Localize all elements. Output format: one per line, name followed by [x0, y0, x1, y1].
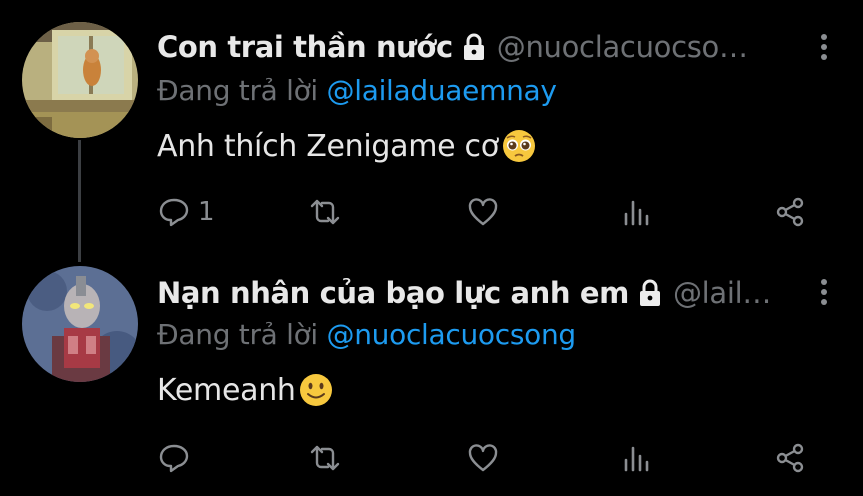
like-icon [468, 444, 498, 472]
avatar[interactable] [22, 266, 138, 382]
replying-to-link[interactable]: @nuoclacuocsong [327, 318, 577, 351]
more-vertical-icon[interactable] [820, 278, 828, 306]
replying-to: Đang trả lời @nuoclacuocsong [157, 318, 576, 351]
retweet-icon [310, 445, 340, 471]
tweet-header: Nạn nhân của bạo lực anh em @lail… [157, 273, 803, 313]
user-handle[interactable]: @lail… [673, 276, 771, 310]
tweet-text-content: Kemeanh [157, 372, 296, 408]
tweet-text: Kemeanh [157, 372, 334, 408]
retweet-button[interactable] [309, 438, 341, 478]
reply-button[interactable] [158, 438, 198, 478]
like-button[interactable] [467, 438, 499, 478]
analytics-button[interactable] [621, 438, 653, 478]
tweet[interactable]: Nạn nhân của bạo lực anh em @lail… Đang … [0, 0, 863, 496]
share-icon [776, 443, 804, 473]
tweet-actions [0, 438, 863, 478]
slightly-smiling-face-emoji [299, 374, 332, 406]
display-name[interactable]: Nạn nhân của bạo lực anh em [157, 276, 629, 310]
reply-icon [159, 444, 189, 473]
lock-icon [639, 279, 660, 306]
analytics-icon [624, 446, 649, 472]
share-button[interactable] [774, 438, 806, 478]
replying-to-label: Đang trả lời [157, 318, 318, 351]
